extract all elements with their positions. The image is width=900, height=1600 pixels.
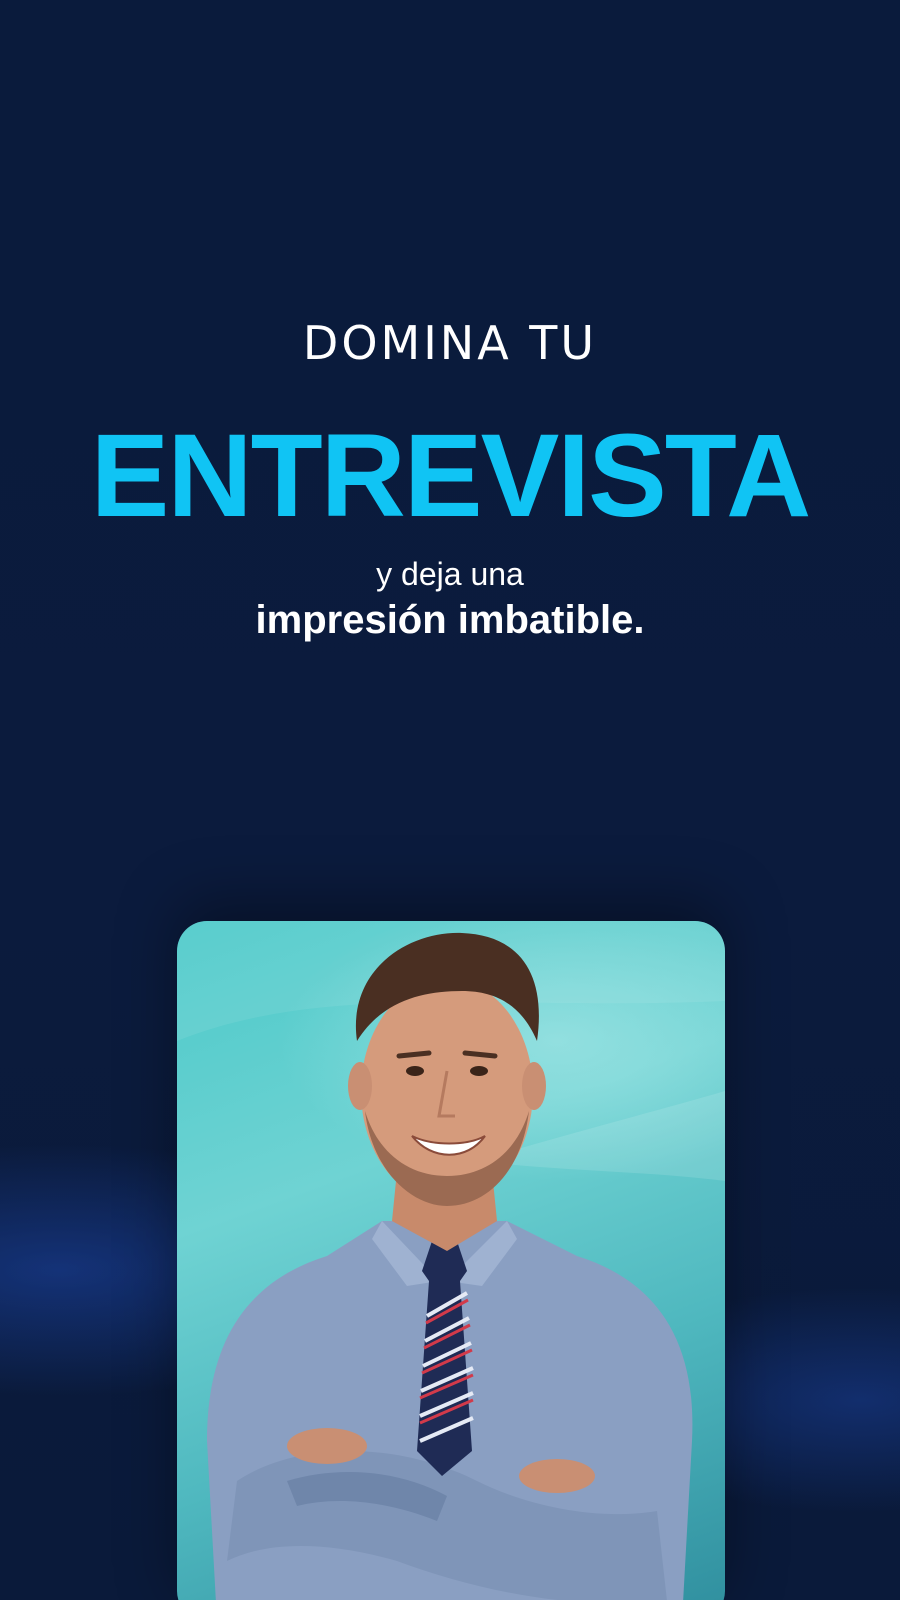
- subheadline-line-1: y deja una: [376, 556, 524, 592]
- eyebrow-text: DOMINA TU: [302, 316, 598, 370]
- subheadline-line-2: impresión imbatible.: [255, 598, 645, 642]
- poster: DOMINA TU ENTREVISTA y deja una impresió…: [0, 0, 900, 1600]
- photo-card: [177, 921, 725, 1600]
- main-headline: ENTREVISTA: [90, 410, 812, 542]
- person-photo: [177, 921, 725, 1600]
